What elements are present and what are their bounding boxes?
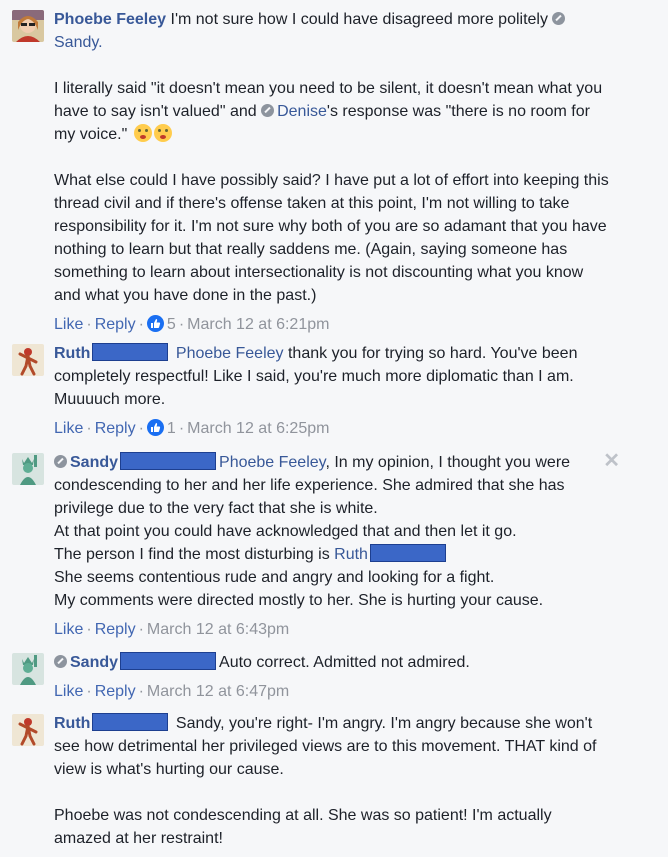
like-link[interactable]: Like: [54, 420, 83, 437]
comment-line: She seems contentious rude and angry and…: [54, 569, 495, 586]
flushed-emoji-icon: [133, 124, 152, 142]
reply-link[interactable]: Reply: [95, 316, 136, 333]
reply-link[interactable]: Reply: [95, 683, 136, 700]
reply-link[interactable]: Reply: [95, 621, 136, 638]
avatar-sandy[interactable]: [12, 453, 44, 485]
comment-paragraph: What else could I have possibly said? I …: [54, 172, 609, 304]
comment-body: Sandy Auto correct. Admitted not admired.…: [54, 651, 610, 703]
mention-denise[interactable]: Denise: [277, 103, 327, 120]
redaction-bar: [369, 544, 446, 562]
separator: ·: [86, 683, 92, 700]
redaction-bar: [92, 343, 169, 361]
comment-ruth: Ruth Phoebe Feeley thank you for trying …: [12, 342, 612, 442]
mention-phoebe[interactable]: Phoebe Feeley: [176, 345, 284, 362]
reaction-count[interactable]: 1: [167, 420, 176, 437]
reply-link[interactable]: Reply: [95, 420, 136, 437]
like-link[interactable]: Like: [54, 316, 83, 333]
comment-phoebe: Phoebe Feeley I'm not sure how I could h…: [12, 8, 612, 333]
comment-actions: Like · Reply · 1 · March 12 at 6:25pm: [54, 417, 610, 440]
comment-line: At that point you could have acknowledge…: [54, 523, 517, 540]
verified-badge-icon: [54, 455, 67, 468]
comment-body: Phoebe Feeley I'm not sure how I could h…: [54, 8, 610, 336]
redaction-bar: [92, 713, 169, 731]
timestamp[interactable]: March 12 at 6:47pm: [147, 683, 289, 700]
mention-ruth[interactable]: Ruth: [334, 546, 368, 563]
comment-paragraph: Ruth Phoebe Feeley thank you for trying …: [54, 342, 610, 411]
separator: ·: [138, 420, 144, 437]
avatar-ruth[interactable]: [12, 714, 44, 746]
comment-text: Auto correct. Admitted not admired.: [219, 654, 470, 671]
author-name[interactable]: Ruth: [54, 715, 90, 732]
redaction-bar: [120, 452, 217, 470]
like-link[interactable]: Like: [54, 621, 83, 638]
author-name[interactable]: Sandy: [70, 454, 118, 471]
comment-actions: Like · Reply · March 12 at 6:47pm: [54, 680, 610, 703]
author-name[interactable]: Sandy: [70, 654, 118, 671]
verified-badge-icon: [552, 12, 566, 25]
separator: ·: [178, 316, 185, 333]
like-link[interactable]: Like: [54, 683, 83, 700]
verified-badge-icon: [261, 104, 275, 117]
comment-text: I'm not sure how I could have disagreed …: [170, 11, 548, 28]
author-name[interactable]: Ruth: [54, 345, 90, 362]
author-name[interactable]: Phoebe Feeley: [54, 11, 166, 28]
separator: ·: [138, 621, 144, 638]
comment-body: Sandy Phoebe Feeley, In my opinion, I tho…: [54, 451, 610, 641]
avatar-phoebe[interactable]: [12, 10, 44, 42]
comment-body: Ruth Sandy, you're right- I'm angry. I'm…: [54, 712, 610, 850]
comment-sandy: Sandy Phoebe Feeley, In my opinion, I tho…: [12, 451, 620, 641]
like-reaction-icon[interactable]: [146, 315, 164, 332]
comment-actions: Like · Reply · March 12 at 6:43pm: [54, 618, 610, 641]
verified-badge-icon: [54, 655, 67, 668]
separator: ·: [86, 420, 92, 437]
separator: ·: [178, 420, 185, 437]
comment-body: Ruth Phoebe Feeley thank you for trying …: [54, 342, 610, 440]
comment-paragraph: Ruth Sandy, you're right- I'm angry. I'm…: [54, 712, 610, 781]
avatar-sandy[interactable]: [12, 653, 44, 685]
reaction-count[interactable]: 5: [167, 316, 176, 333]
timestamp[interactable]: March 12 at 6:25pm: [187, 420, 329, 437]
comment-text: The person I find the most disturbing is: [54, 546, 330, 563]
redaction-bar: [120, 652, 217, 670]
close-icon[interactable]: ✕: [603, 451, 620, 471]
comment-actions: Like · Reply · 5 · March 12 at 6:21pm: [54, 313, 610, 336]
thinking-emoji-icon: [153, 124, 172, 142]
comment-line: My comments were directed mostly to her.…: [54, 592, 544, 609]
timestamp[interactable]: March 12 at 6:21pm: [187, 316, 329, 333]
comment-paragraph: Sandy Auto correct. Admitted not admired.: [54, 651, 610, 674]
separator: ·: [86, 316, 92, 333]
comment-paragraph: Sandy Phoebe Feeley, In my opinion, I tho…: [54, 451, 610, 520]
comment-paragraph: Phoebe was not condescending at all. She…: [54, 807, 552, 847]
separator: ·: [86, 621, 92, 638]
comment-ruth-2: Ruth Sandy, you're right- I'm angry. I'm…: [12, 712, 612, 852]
avatar-ruth[interactable]: [12, 344, 44, 376]
comment-sandy-2: Sandy Auto correct. Admitted not admired.…: [12, 651, 612, 707]
mention-phoebe[interactable]: Phoebe Feeley: [219, 454, 325, 471]
comment-paragraph: I literally said "it doesn't mean you ne…: [54, 77, 610, 146]
separator: ·: [138, 316, 144, 333]
like-reaction-icon[interactable]: [146, 419, 164, 436]
separator: ·: [138, 683, 144, 700]
comment-line: The person I find the most disturbing is…: [54, 543, 610, 566]
timestamp[interactable]: March 12 at 6:43pm: [147, 621, 289, 638]
mention-sandy[interactable]: Sandy.: [54, 34, 103, 51]
